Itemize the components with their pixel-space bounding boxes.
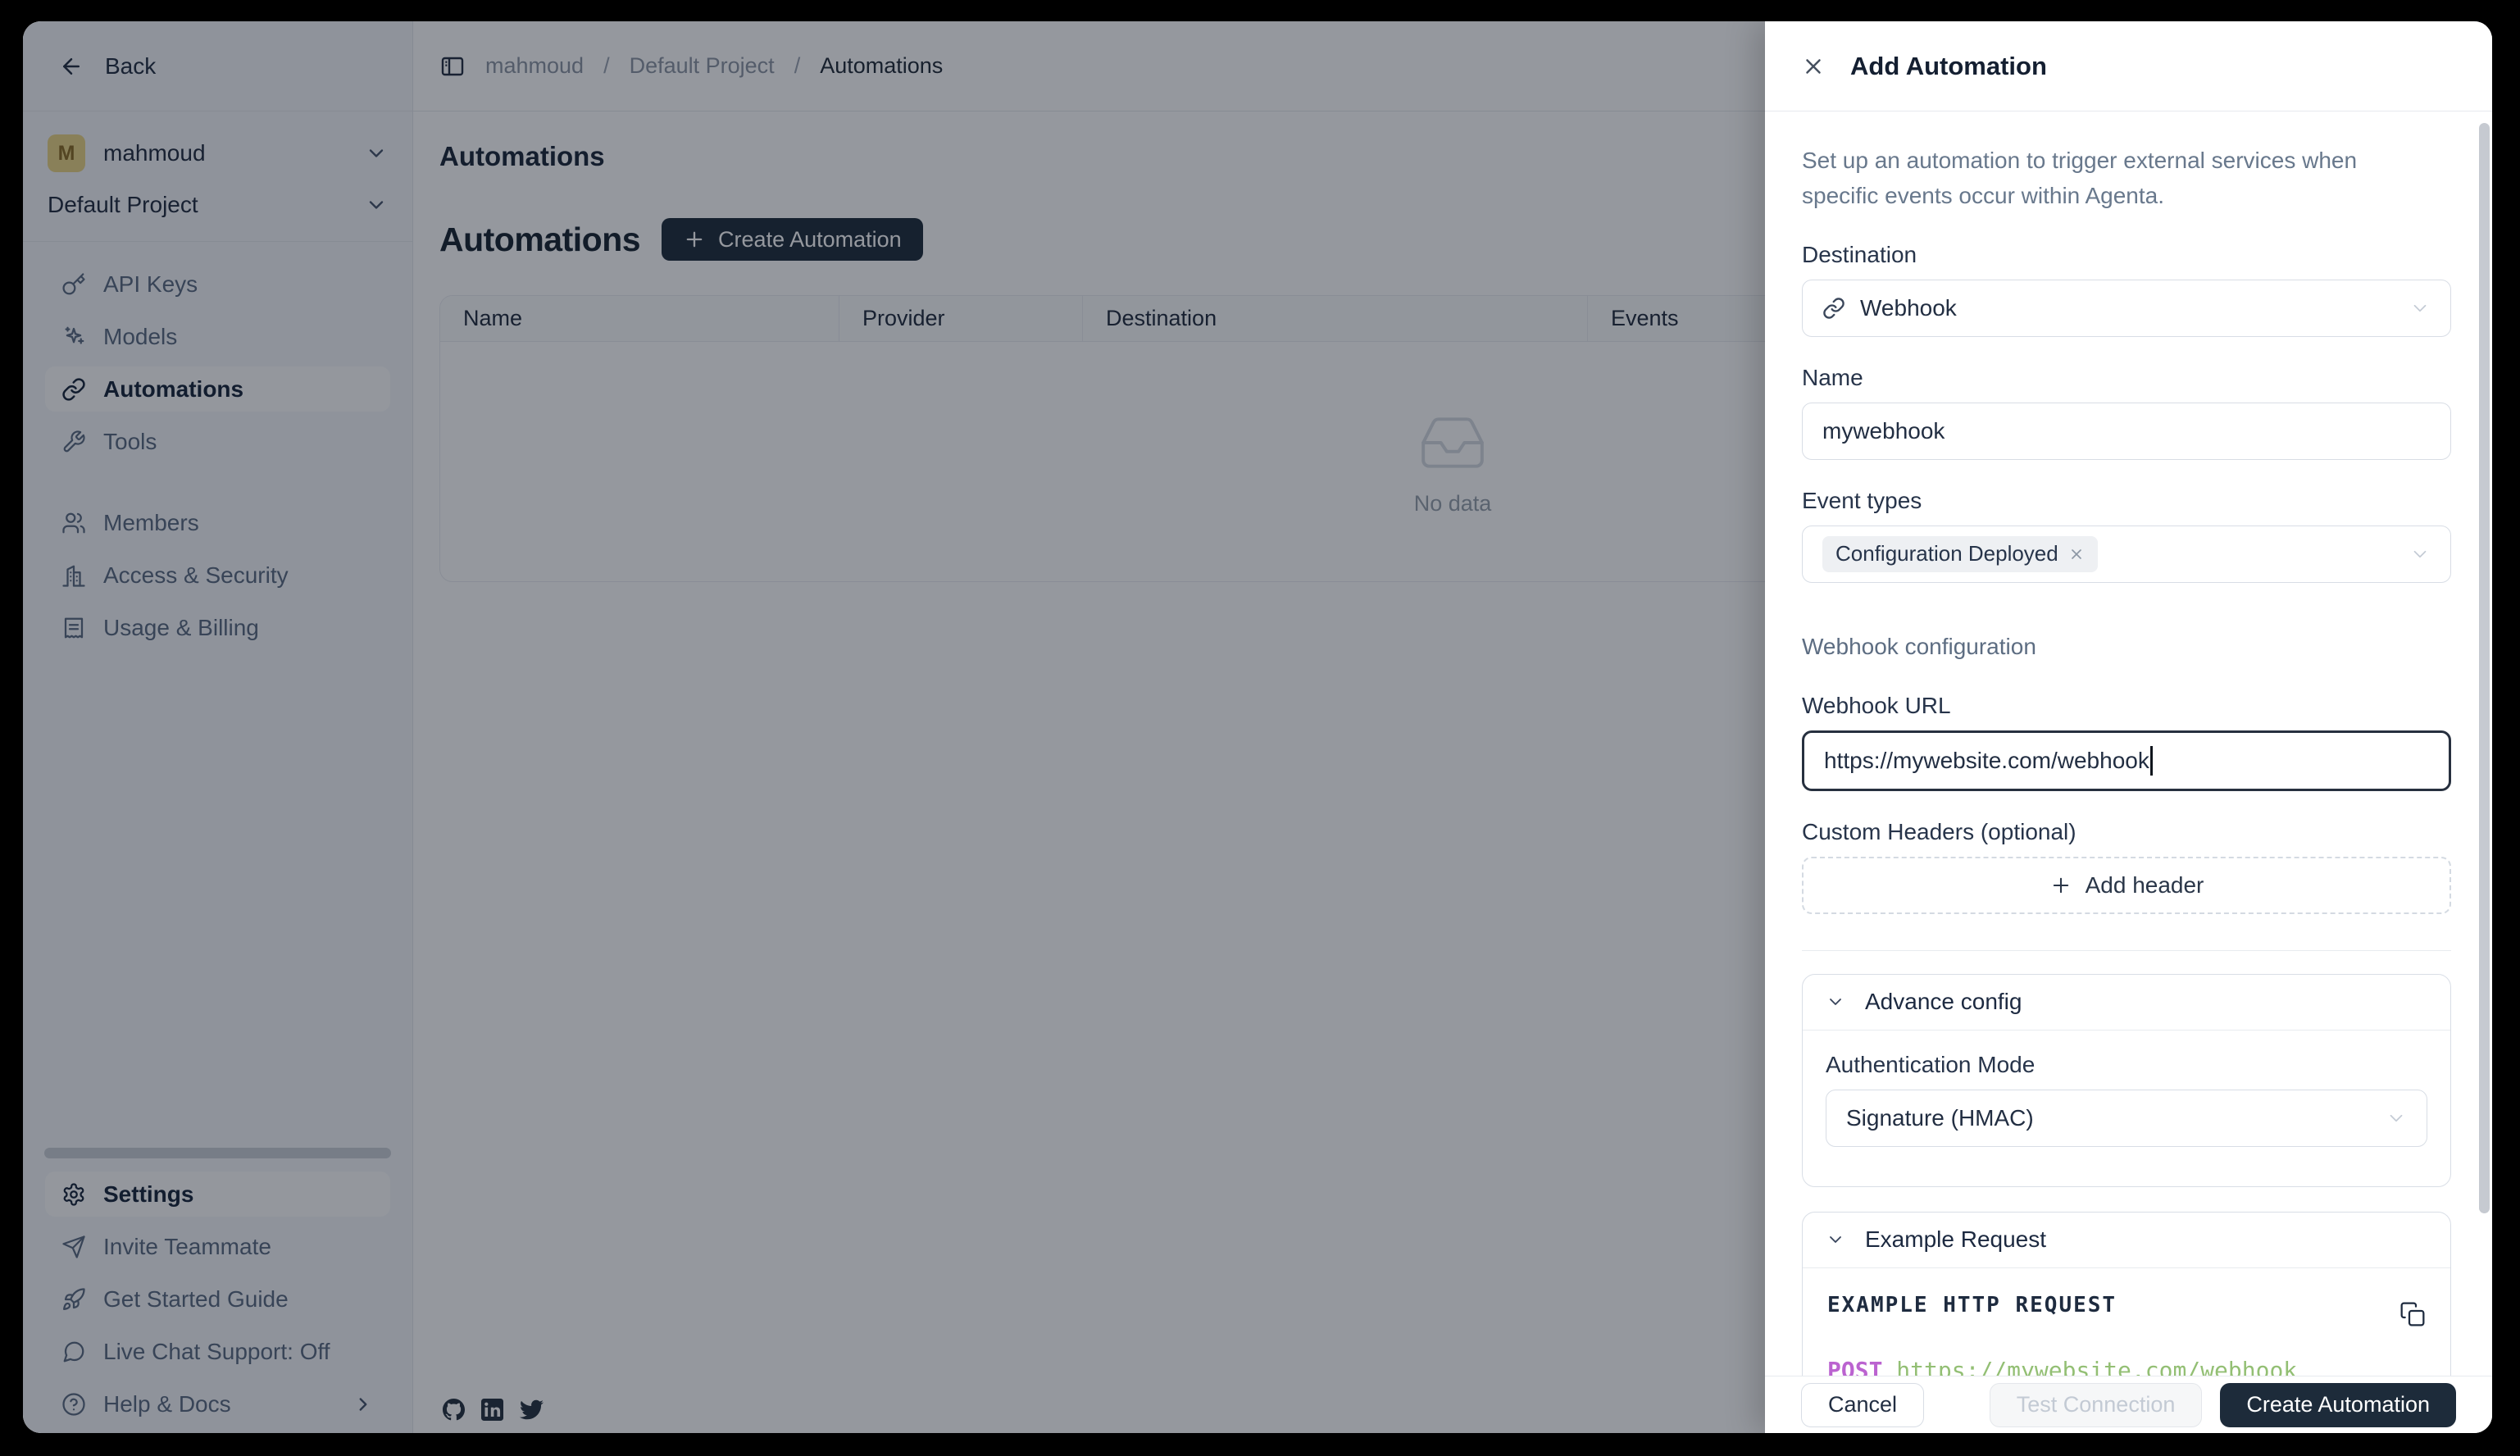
chevron-down-icon xyxy=(2386,1108,2407,1129)
name-input[interactable]: mywebhook xyxy=(1802,403,2451,460)
add-automation-drawer: Add Automation Set up an automation to t… xyxy=(1765,21,2492,1433)
close-icon[interactable] xyxy=(1801,54,1826,79)
chevron-down-icon xyxy=(1826,1230,1845,1249)
advance-config-card: Advance config Authentication Mode Signa… xyxy=(1802,974,2451,1187)
example-request-header[interactable]: Example Request xyxy=(1803,1213,2450,1268)
drawer-title: Add Automation xyxy=(1850,52,2047,81)
destination-value: Webhook xyxy=(1860,295,1957,321)
tag-close-icon[interactable] xyxy=(2068,546,2085,562)
auth-mode-value: Signature (HMAC) xyxy=(1846,1105,2034,1131)
code-caption: EXAMPLE HTTP REQUEST xyxy=(1827,1293,2426,1317)
chevron-down-icon xyxy=(1826,992,1845,1012)
example-request-card: Example Request EXAMPLE HTTP REQUEST POS… xyxy=(1802,1212,2451,1376)
copy-icon[interactable] xyxy=(2399,1301,2426,1327)
link-icon xyxy=(1822,297,1845,320)
text-caret xyxy=(2150,746,2153,776)
example-request-title: Example Request xyxy=(1865,1226,2046,1253)
http-method: POST xyxy=(1827,1357,1882,1376)
webhook-url-label: Webhook URL xyxy=(1802,693,2451,719)
webhook-url-value: https://mywebsite.com/webhook xyxy=(1824,748,2149,774)
request-url: https://mywebsite.com/webhook xyxy=(1896,1357,2297,1376)
example-request-code: EXAMPLE HTTP REQUEST POST https://mywebs… xyxy=(1803,1268,2450,1376)
drawer-footer: Cancel Test Connection Create Automation xyxy=(1765,1376,2492,1433)
event-types-select[interactable]: Configuration Deployed xyxy=(1802,526,2451,583)
app-window: Back M mahmoud Default Project API Keys xyxy=(23,21,2492,1433)
advance-config-header[interactable]: Advance config xyxy=(1803,975,2450,1031)
chevron-down-icon xyxy=(2409,298,2431,319)
name-value: mywebhook xyxy=(1822,418,1945,444)
webhook-config-section-title: Webhook configuration xyxy=(1802,634,2451,660)
name-label: Name xyxy=(1802,365,2451,391)
event-types-label: Event types xyxy=(1802,488,2451,514)
webhook-url-input[interactable]: https://mywebsite.com/webhook xyxy=(1802,730,2451,791)
drawer-body: Set up an automation to trigger external… xyxy=(1765,111,2492,1376)
event-type-tag: Configuration Deployed xyxy=(1822,536,2098,572)
drawer-header: Add Automation xyxy=(1765,21,2492,111)
drawer-description: Set up an automation to trigger external… xyxy=(1802,143,2433,214)
destination-label: Destination xyxy=(1802,242,2451,268)
advance-config-title: Advance config xyxy=(1865,989,2022,1015)
chevron-down-icon xyxy=(2409,544,2431,565)
create-automation-submit-button[interactable]: Create Automation xyxy=(2220,1383,2456,1427)
add-header-label: Add header xyxy=(2086,872,2204,899)
test-connection-button[interactable]: Test Connection xyxy=(1990,1383,2203,1427)
auth-mode-label: Authentication Mode xyxy=(1826,1052,2427,1078)
event-type-tag-label: Configuration Deployed xyxy=(1835,541,2058,566)
plus-icon xyxy=(2049,874,2072,897)
drawer-scrollbar[interactable] xyxy=(2479,123,2490,1213)
destination-select[interactable]: Webhook xyxy=(1802,280,2451,337)
cancel-button[interactable]: Cancel xyxy=(1801,1383,1924,1427)
auth-mode-select[interactable]: Signature (HMAC) xyxy=(1826,1090,2427,1147)
divider xyxy=(1802,950,2451,951)
add-header-button[interactable]: Add header xyxy=(1802,857,2451,914)
custom-headers-label: Custom Headers (optional) xyxy=(1802,819,2451,845)
